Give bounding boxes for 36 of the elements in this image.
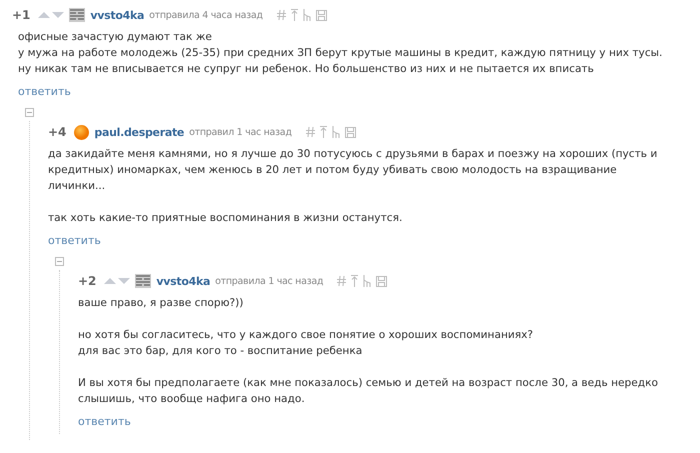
save-icon[interactable] [316, 10, 327, 20]
collapse-icon[interactable] [25, 108, 34, 117]
comment-text: для вас это бар, для кого то - воспитание ребенка [78, 344, 364, 359]
author-link[interactable]: paul.desperate [94, 126, 184, 138]
comment-text: так хоть какие-то приятные воспоминания в жизни останутся. [48, 211, 404, 226]
hash-icon[interactable] [276, 10, 286, 20]
comment-text: И вы хотя бы предполагаете (как мне показалось) семью и детей на возраст после 30, а ведь нередко слышишь, что вообще нафига оно надо. [78, 376, 659, 407]
save-icon[interactable] [344, 126, 356, 138]
save-icon[interactable] [376, 276, 388, 286]
collapse-icon[interactable] [55, 257, 64, 266]
reply-link[interactable]: ответить [78, 415, 676, 428]
comment-text: но хотя бы согласитесь, что у каждого свое понятие о хороших воспоминаниях? [78, 328, 534, 343]
hash-icon[interactable] [337, 276, 346, 286]
comment-score: +2 [78, 274, 96, 288]
author-link[interactable]: vvsto4ka [90, 8, 144, 22]
branch-icon[interactable] [363, 275, 372, 287]
author-link[interactable]: vvsto4ka [156, 274, 210, 288]
comment-text: офисные зачастую думают так же [18, 30, 213, 45]
comment-score: +4 [48, 125, 66, 139]
comment-text: ваше право, я разве спорю?)) [78, 296, 244, 311]
comment-score: +1 [12, 8, 30, 22]
arrow-up-icon[interactable] [351, 275, 358, 287]
comment-text: да закидайте меня камнями, но я лучше до 30 потусуюсь с друзьями в барах и поезжу на хороших (пусть и кредитных) иномарках, чем женюсь в 20 лет и потом буду убивать свою молодость на взращивание личинки... [48, 147, 658, 194]
vote-arrows-icon[interactable] [104, 277, 130, 285]
post-meta: отправил 1 час назад [189, 126, 292, 138]
post-meta: отправила 4 часа назад [149, 10, 263, 20]
branch-icon[interactable] [302, 9, 311, 21]
arrow-up-icon[interactable] [320, 126, 327, 138]
reply-link[interactable]: ответить [8, 85, 676, 98]
arrow-up-icon[interactable] [290, 9, 298, 21]
comment-text: у мужа на работе молодежь (25-35) при средних ЗП берут крутые машины в кредит, каждую пятницу у них тусы. ну никак там не вписывается не супруг ни ребенок. Но большенство из них и не пытается их вписать [18, 46, 664, 77]
post-meta: отправила 1 час назад [215, 276, 324, 286]
vote-arrows-icon[interactable] [38, 11, 64, 19]
hash-icon[interactable] [306, 127, 315, 137]
branch-icon[interactable] [332, 126, 340, 138]
reply-link[interactable]: ответить [48, 234, 676, 247]
